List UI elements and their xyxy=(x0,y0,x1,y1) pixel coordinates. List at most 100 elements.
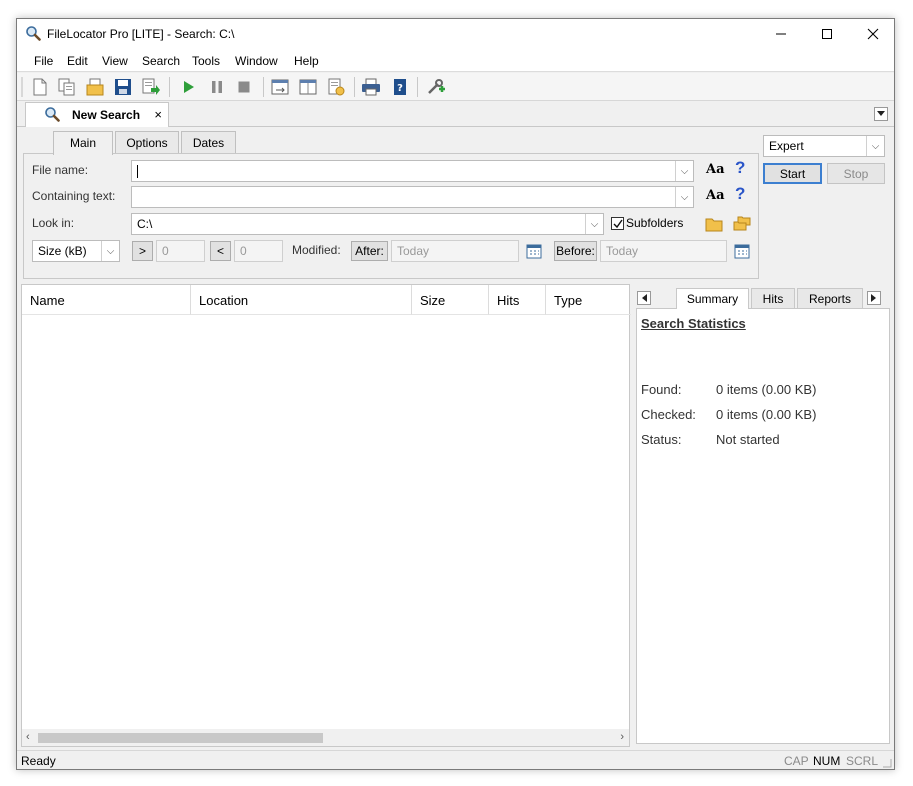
column-header-size[interactable]: Size xyxy=(412,285,489,315)
tab-options[interactable]: Options xyxy=(115,131,179,153)
magnifier-icon xyxy=(44,106,60,125)
menu-help[interactable]: Help xyxy=(294,54,319,68)
chevron-down-icon[interactable]: ⌵ xyxy=(675,187,693,207)
print-icon[interactable] xyxy=(360,76,382,98)
look-in-input[interactable]: C:\ ⌵ xyxy=(131,213,604,235)
checkmark-icon xyxy=(613,219,623,228)
tab-summary[interactable]: Summary xyxy=(676,288,749,309)
size-min-input[interactable]: 0 xyxy=(156,240,205,262)
tabs-scroll-right-button[interactable] xyxy=(867,291,881,305)
chevron-left-icon xyxy=(642,294,647,302)
window-title: FileLocator Pro [LITE] - Search: C:\ xyxy=(47,27,235,41)
layout-icon[interactable] xyxy=(269,76,291,98)
tab-main[interactable]: Main xyxy=(53,131,113,155)
close-window-button[interactable] xyxy=(850,19,894,49)
case-sensitive-toggle[interactable]: Aa xyxy=(706,162,725,177)
column-header-type[interactable]: Type xyxy=(546,285,631,315)
containing-text-input[interactable]: ⌵ xyxy=(131,186,694,208)
file-name-help-icon[interactable]: ? xyxy=(735,158,745,178)
menu-edit[interactable]: Edit xyxy=(67,54,88,68)
statistics-panel: Summary Hits Reports Search Statistics F… xyxy=(634,285,892,747)
columns-icon[interactable] xyxy=(297,76,319,98)
save-icon[interactable] xyxy=(112,76,134,98)
column-header-hits[interactable]: Hits xyxy=(489,285,546,315)
play-icon[interactable] xyxy=(177,76,199,98)
column-header-location[interactable]: Location xyxy=(191,285,412,315)
multi-folder-icon[interactable] xyxy=(732,214,752,234)
minimize-icon xyxy=(776,33,786,35)
chevron-down-icon[interactable]: ⌵ xyxy=(675,161,693,181)
file-name-input[interactable]: ⌵ xyxy=(131,160,694,182)
after-date-input[interactable]: Today xyxy=(391,240,519,262)
scroll-left-icon[interactable]: ‹ xyxy=(26,731,30,743)
after-button[interactable]: After: xyxy=(351,241,388,261)
tools-icon[interactable] xyxy=(425,76,447,98)
scroll-right-icon[interactable]: › xyxy=(620,731,624,743)
browse-folder-icon[interactable] xyxy=(704,214,724,234)
text-case-sensitive-toggle[interactable]: Aa xyxy=(706,188,725,203)
containing-text-help-icon[interactable]: ? xyxy=(735,184,745,204)
menu-tools[interactable]: Tools xyxy=(192,54,220,68)
help-book-icon[interactable]: ? xyxy=(389,76,411,98)
modified-label: Modified: xyxy=(292,243,341,257)
before-button[interactable]: Before: xyxy=(554,241,597,261)
menu-view[interactable]: View xyxy=(102,54,128,68)
containing-text-label: Containing text: xyxy=(32,189,116,203)
tab-reports[interactable]: Reports xyxy=(797,288,863,308)
menu-window[interactable]: Window xyxy=(235,54,278,68)
text-caret xyxy=(137,165,138,179)
menu-file[interactable]: File xyxy=(34,54,53,68)
status-value: Not started xyxy=(716,432,780,447)
calendar-icon[interactable] xyxy=(524,241,544,261)
status-text: Ready xyxy=(21,754,56,768)
subfolders-checkbox[interactable] xyxy=(611,217,624,230)
app-window: FileLocator Pro [LITE] - Search: C:\ Fil… xyxy=(16,18,895,770)
maximize-button[interactable] xyxy=(804,19,850,49)
found-value: 0 items (0.00 KB) xyxy=(716,382,817,397)
subfolders-label: Subfolders xyxy=(626,216,684,230)
scroll-lock-indicator: SCRL xyxy=(846,754,879,768)
start-button[interactable]: Start xyxy=(763,163,822,184)
size-max-input[interactable]: 0 xyxy=(234,240,283,262)
scrollbar-thumb[interactable] xyxy=(38,733,323,743)
search-criteria-panel: Main Options Dates File name: ⌵ Aa ? Con… xyxy=(17,127,894,281)
settings-icon[interactable] xyxy=(325,76,347,98)
open-icon[interactable] xyxy=(84,76,106,98)
minimize-button[interactable] xyxy=(758,19,804,49)
before-date-input[interactable]: Today xyxy=(600,240,727,262)
chevron-down-icon[interactable]: ⌵ xyxy=(585,214,603,234)
maximize-icon xyxy=(822,29,832,39)
tab-new-search[interactable]: New Search × xyxy=(25,102,169,127)
size-unit-select[interactable]: Size (kB) ⌵ xyxy=(32,240,120,262)
stop-icon[interactable] xyxy=(233,76,255,98)
tab-dates[interactable]: Dates xyxy=(181,131,236,153)
export-icon[interactable] xyxy=(140,76,162,98)
caps-lock-indicator: CAP xyxy=(784,754,809,768)
pause-icon[interactable] xyxy=(206,76,228,98)
tab-hits[interactable]: Hits xyxy=(751,288,795,308)
resize-grip-icon[interactable] xyxy=(882,757,892,769)
file-name-label: File name: xyxy=(32,163,89,177)
chevron-down-icon[interactable]: ⌵ xyxy=(101,241,119,261)
stop-button[interactable]: Stop xyxy=(827,163,885,184)
close-tab-button[interactable]: × xyxy=(154,107,162,122)
menu-search[interactable]: Search xyxy=(142,54,180,68)
toolbar-grip xyxy=(21,77,23,97)
menu-bar: File Edit View Search Tools Window Help xyxy=(17,50,894,72)
chevron-down-icon[interactable]: ⌵ xyxy=(866,136,884,156)
calendar-icon[interactable] xyxy=(732,241,752,261)
size-greater-than-button[interactable]: > xyxy=(132,241,153,261)
toolbar-separator xyxy=(169,77,170,97)
num-lock-indicator: NUM xyxy=(813,754,841,768)
chevron-down-icon xyxy=(877,111,885,116)
column-header-name[interactable]: Name xyxy=(22,285,191,315)
size-less-than-button[interactable]: < xyxy=(210,241,231,261)
copy-icon[interactable] xyxy=(56,76,78,98)
horizontal-scrollbar[interactable]: ‹ › xyxy=(22,729,629,746)
main-tab-body: File name: ⌵ Aa ? Containing text: ⌵ Aa … xyxy=(23,153,759,279)
results-list: Name Location Size Hits Type ‹ › xyxy=(21,284,631,747)
tab-list-dropdown-button[interactable] xyxy=(874,107,888,121)
search-mode-select[interactable]: Expert ⌵ xyxy=(763,135,885,157)
tabs-scroll-left-button[interactable] xyxy=(637,291,651,305)
new-icon[interactable] xyxy=(29,76,51,98)
